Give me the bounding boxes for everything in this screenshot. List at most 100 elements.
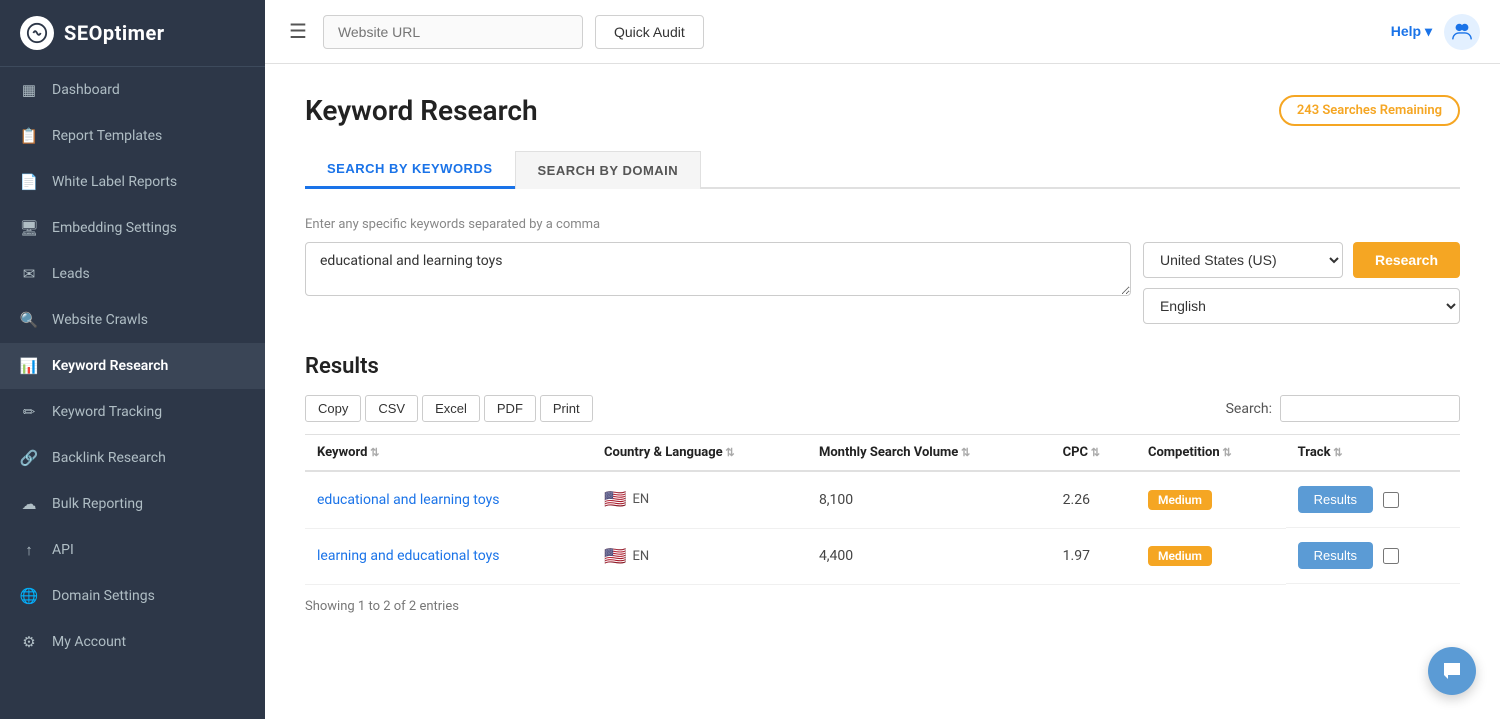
sidebar-label-domain-settings: Domain Settings (52, 588, 155, 604)
cell-cpc: 2.26 (1051, 471, 1136, 528)
results-table: KeywordCountry & LanguageMonthly Search … (305, 434, 1460, 585)
sidebar-item-keyword-tracking[interactable]: ✏Keyword Tracking (0, 389, 265, 435)
sidebar-item-domain-settings[interactable]: 🌐 Domain Settings (0, 573, 265, 619)
cell-search-volume: 4,400 (807, 528, 1051, 584)
content: Keyword Research 243 Searches Remaining … (265, 64, 1500, 719)
cell-track: Results (1286, 528, 1460, 584)
sidebar-icon-dashboard: ▦ (20, 81, 38, 99)
quick-audit-button[interactable]: Quick Audit (595, 15, 704, 49)
results-button-1[interactable]: Results (1298, 542, 1373, 569)
col-header-country-&-language: Country & Language (592, 435, 807, 472)
header: ☰ Quick Audit Help ▾ (265, 0, 1500, 64)
sidebar-label-website-crawls: Website Crawls (52, 312, 148, 328)
table-search-input[interactable] (1280, 395, 1460, 422)
table-footer: Showing 1 to 2 of 2 entries (305, 599, 1460, 614)
sidebar-item-api[interactable]: ↑ API (0, 527, 265, 573)
sidebar-nav: ▦ Dashboard 📋 Report Templates 📄 White Label … (0, 67, 265, 665)
results-title: Results (305, 354, 1460, 379)
table-row: learning and educational toys 🇺🇸 EN 4,40… (305, 528, 1460, 584)
sidebar-icon-bulk-reporting: ☁ (20, 495, 38, 513)
search-row: Search: (1226, 395, 1460, 422)
tabs: SEARCH BY KEYWORDS SEARCH BY DOMAIN (305, 151, 1460, 189)
sidebar-item-bulk-reporting[interactable]: ☁ Bulk Reporting (0, 481, 265, 527)
sidebar-item-my-account[interactable]: ⚙My Account (0, 619, 265, 665)
sidebar-item-white-label-reports[interactable]: 📄 White Label Reports (0, 159, 265, 205)
table-controls: CopyCSVExcelPDFPrint Search: (305, 395, 1460, 422)
sidebar-label-leads: Leads (52, 266, 90, 282)
sidebar-icon-api: ↑ (20, 541, 38, 559)
logo-icon (20, 16, 54, 50)
sidebar-label-embedding-settings: Embedding Settings (52, 220, 177, 236)
sidebar-icon-website-crawls: 🔍 (20, 311, 38, 329)
sidebar-icon-backlink-research: 🔗 (20, 449, 38, 467)
col-header-keyword: Keyword (305, 435, 592, 472)
sidebar-label-report-templates: Report Templates (52, 128, 162, 144)
logo-text: SEOptimer (64, 21, 165, 45)
col-header-cpc: CPC (1051, 435, 1136, 472)
table-header-row: KeywordCountry & LanguageMonthly Search … (305, 435, 1460, 472)
cell-search-volume: 8,100 (807, 471, 1051, 528)
sidebar-item-leads[interactable]: ✉ Leads (0, 251, 265, 297)
sidebar-item-keyword-research[interactable]: 📊 Keyword Research (0, 343, 265, 389)
export-btn-copy[interactable]: Copy (305, 395, 361, 422)
avatar[interactable] (1444, 14, 1480, 50)
hamburger-button[interactable]: ☰ (285, 15, 311, 48)
url-input[interactable] (323, 15, 583, 49)
language-select[interactable]: EnglishSpanishFrenchGerman (1143, 288, 1460, 324)
col-header-track: Track (1286, 435, 1460, 472)
help-button[interactable]: Help ▾ (1391, 23, 1432, 40)
sidebar-label-backlink-research: Backlink Research (52, 450, 166, 466)
col-header-competition: Competition (1136, 435, 1286, 472)
table-row: educational and learning toys 🇺🇸 EN 8,10… (305, 471, 1460, 528)
searches-remaining-badge: 243 Searches Remaining (1279, 95, 1460, 126)
export-buttons: CopyCSVExcelPDFPrint (305, 395, 593, 422)
export-btn-print[interactable]: Print (540, 395, 593, 422)
sidebar-icon-white-label-reports: 📄 (20, 173, 38, 191)
results-button-0[interactable]: Results (1298, 486, 1373, 513)
track-checkbox-1[interactable] (1383, 548, 1399, 564)
sidebar-label-keyword-tracking: Keyword Tracking (52, 404, 162, 420)
sidebar-icon-keyword-research: 📊 (20, 357, 38, 375)
sidebar-item-report-templates[interactable]: 📋 Report Templates (0, 113, 265, 159)
sidebar-label-white-label-reports: White Label Reports (52, 174, 177, 190)
track-checkbox-0[interactable] (1383, 492, 1399, 508)
tab-search-by-keywords[interactable]: SEARCH BY KEYWORDS (305, 151, 515, 189)
country-row: United States (US)United Kingdom (UK)Can… (1143, 242, 1460, 278)
keyword-row: United States (US)United Kingdom (UK)Can… (305, 242, 1460, 324)
search-label: Search: (1226, 401, 1272, 417)
export-btn-excel[interactable]: Excel (422, 395, 480, 422)
sidebar-icon-my-account: ⚙ (20, 633, 38, 651)
chat-widget[interactable] (1428, 647, 1476, 695)
cell-competition: Medium (1136, 528, 1286, 584)
keyword-input[interactable] (305, 242, 1131, 296)
sidebar-logo: SEOptimer (0, 0, 265, 67)
sidebar-item-website-crawls[interactable]: 🔍 Website Crawls (0, 297, 265, 343)
export-btn-csv[interactable]: CSV (365, 395, 418, 422)
export-btn-pdf[interactable]: PDF (484, 395, 536, 422)
page-title: Keyword Research (305, 94, 538, 127)
results-section: Results CopyCSVExcelPDFPrint Search: Key… (305, 354, 1460, 614)
research-button[interactable]: Research (1353, 242, 1460, 278)
col-header-monthly-search-volume: Monthly Search Volume (807, 435, 1051, 472)
sidebar-item-backlink-research[interactable]: 🔗 Backlink Research (0, 435, 265, 481)
cell-country-language: 🇺🇸 EN (592, 471, 807, 528)
sidebar-icon-leads: ✉ (20, 265, 38, 283)
input-label: Enter any specific keywords separated by… (305, 217, 1460, 232)
tab-search-by-domain[interactable]: SEARCH BY DOMAIN (515, 151, 702, 189)
cell-keyword: educational and learning toys (305, 471, 592, 528)
sidebar-label-dashboard: Dashboard (52, 82, 120, 98)
sidebar: SEOptimer ▦ Dashboard 📋 Report Templates 📄 Wh… (0, 0, 265, 719)
sidebar-item-dashboard[interactable]: ▦ Dashboard (0, 67, 265, 113)
sidebar-label-bulk-reporting: Bulk Reporting (52, 496, 143, 512)
sidebar-icon-domain-settings: 🌐 (20, 587, 38, 605)
sidebar-item-embedding-settings[interactable]: 🖥Embedding Settings (0, 205, 265, 251)
cell-competition: Medium (1136, 471, 1286, 528)
sidebar-label-keyword-research: Keyword Research (52, 358, 168, 374)
cell-country-language: 🇺🇸 EN (592, 528, 807, 584)
right-controls: United States (US)United Kingdom (UK)Can… (1143, 242, 1460, 324)
sidebar-label-api: API (52, 542, 74, 558)
sidebar-icon-report-templates: 📋 (20, 127, 38, 145)
country-select[interactable]: United States (US)United Kingdom (UK)Can… (1143, 242, 1343, 278)
cell-cpc: 1.97 (1051, 528, 1136, 584)
table-body: educational and learning toys 🇺🇸 EN 8,10… (305, 471, 1460, 584)
